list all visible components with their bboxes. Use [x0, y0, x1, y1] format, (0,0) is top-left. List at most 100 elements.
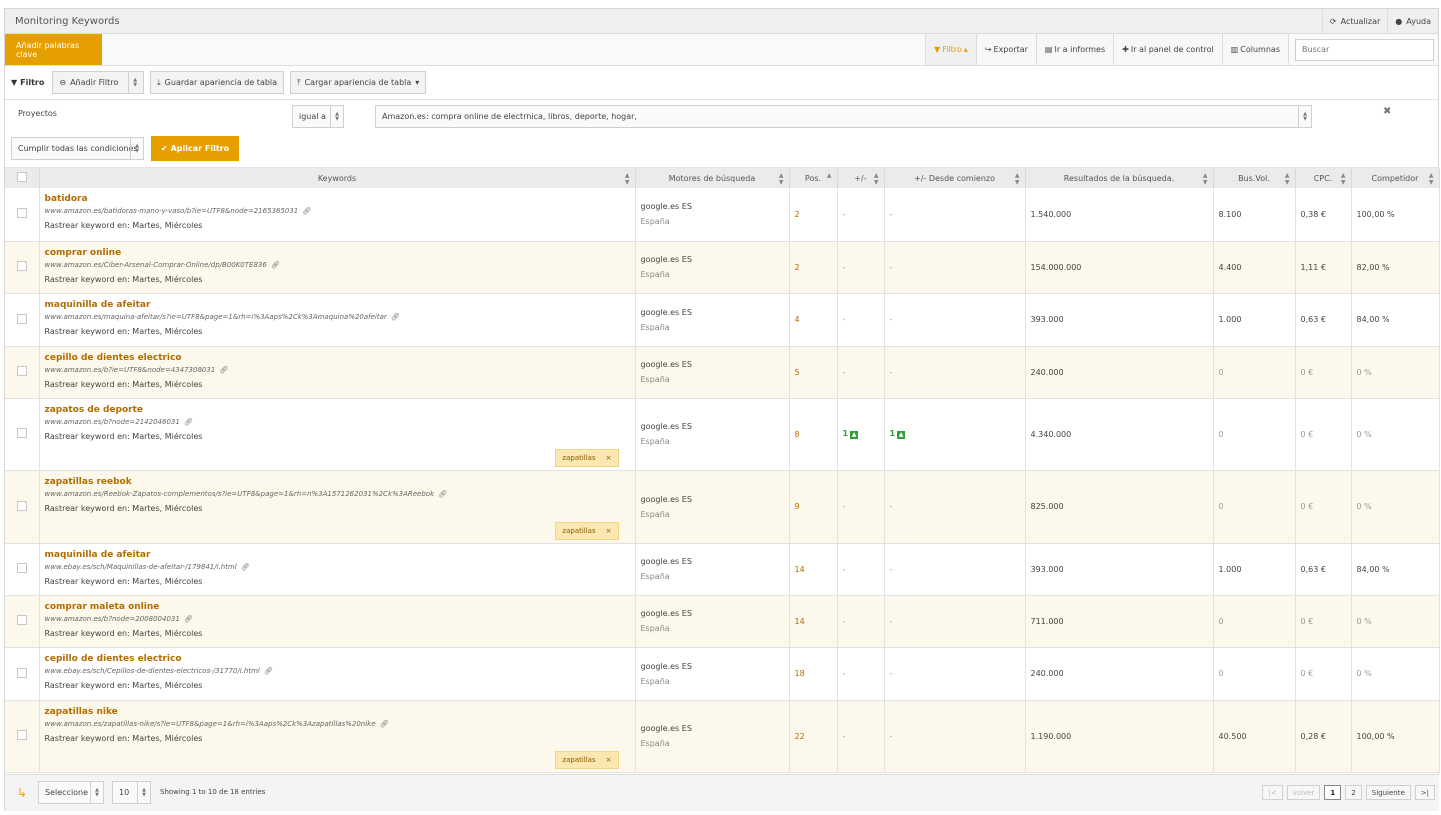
keyword-name[interactable]: cepillo de dientes electrico — [45, 654, 630, 664]
table-row[interactable]: cepillo de dientes electrico www.ebay.es… — [5, 647, 1440, 701]
table-row[interactable]: zapatillas nike www.amazon.es/zapatillas… — [5, 700, 1440, 773]
table-row[interactable]: cepillo de dientes electrico www.amazon.… — [5, 346, 1440, 399]
keyword-name[interactable]: comprar online — [45, 248, 630, 258]
remove-tag-icon[interactable]: × — [606, 454, 612, 462]
keyword-url[interactable]: www.amazon.es/Reebok-Zapatos-complemento… — [45, 490, 435, 498]
search-input[interactable] — [1295, 38, 1434, 61]
col-position[interactable]: Pos. ▲ — [789, 168, 838, 188]
col-since-start[interactable]: +/- Desde comienzo ▲ ▼ — [884, 168, 1026, 188]
operator-select[interactable]: igual a ▲ ▼ — [292, 105, 344, 128]
row-checkbox[interactable] — [16, 208, 27, 219]
row-checkbox[interactable] — [16, 500, 27, 511]
row-checkbox[interactable] — [16, 313, 27, 324]
table-row[interactable]: zapatos de deporte www.amazon.es/b?node=… — [5, 398, 1440, 471]
link-icon[interactable]: 🔗︎ — [184, 418, 193, 426]
keyword-url[interactable]: www.amazon.es/b?node=2142046031 — [45, 418, 180, 426]
dashboard-button[interactable]: ✚ Ir al panel de control — [1113, 34, 1222, 65]
remove-filter-icon[interactable]: ✖ — [1383, 106, 1391, 117]
condition-mode-select[interactable]: Cumplir todas las condiciones ▲ ▼ — [11, 137, 144, 160]
apply-filter-button[interactable]: ✔ Aplicar Filtro — [151, 136, 239, 161]
col-cpc[interactable]: CPC. ▲ ▼ — [1295, 168, 1352, 188]
col-engines[interactable]: Motores de búsqueda ▲ ▼ — [635, 168, 790, 188]
keyword-tag[interactable]: zapatillas × — [555, 448, 619, 467]
page-2-button[interactable]: 2 — [1345, 785, 1362, 800]
keyword-url[interactable]: www.ebay.es/sch/Maquinillas-de-afeitar-/… — [45, 563, 237, 571]
link-icon[interactable]: 🔗︎ — [264, 667, 273, 675]
keyword-url[interactable]: www.amazon.es/zapatillas-nike/s?ie=UTF8&… — [45, 720, 376, 728]
link-icon[interactable]: 🔗︎ — [219, 366, 228, 374]
link-icon[interactable]: 🔗︎ — [391, 313, 400, 321]
page-size-select[interactable]: 10 ▲ ▼ — [112, 781, 151, 804]
row-checkbox[interactable] — [16, 730, 27, 740]
prev-page-button[interactable]: volver — [1286, 785, 1321, 800]
col-cpc-label: CPC. — [1313, 173, 1333, 183]
table-row[interactable]: comprar maleta online www.amazon.es/b?no… — [5, 595, 1440, 648]
col-volume[interactable]: Bus.Vol. ▲ ▼ — [1213, 168, 1296, 188]
link-icon[interactable]: 🔗︎ — [241, 563, 250, 571]
bulk-action-select[interactable]: Seleccione ▲ ▼ — [38, 781, 104, 804]
next-page-button[interactable]: Siguiente — [1365, 785, 1411, 800]
table-row[interactable]: maquinilla de afeitar www.amazon.es/maqu… — [5, 293, 1440, 347]
filter-heading: ▼ Filtro — [11, 78, 44, 87]
col-keywords[interactable]: Keywords ▲ ▼ — [39, 168, 636, 188]
export-button[interactable]: ↪ Exportar — [975, 34, 1036, 65]
last-page-button[interactable]: >| — [1414, 785, 1435, 800]
keyword-url[interactable]: www.ebay.es/sch/Cepillos-de-dientes-elec… — [45, 667, 260, 675]
keyword-name[interactable]: zapatillas nike — [45, 707, 630, 717]
keyword-name[interactable]: zapatillas reebok — [45, 477, 630, 487]
link-icon[interactable]: 🔗︎ — [380, 720, 389, 728]
project-value-select[interactable]: Amazon.es: compra online de electrnica, … — [375, 105, 1312, 128]
keyword-tag[interactable]: zapatillas × — [555, 750, 619, 769]
keyword-name[interactable]: batidora — [45, 194, 630, 204]
keyword-cell: zapatillas nike www.amazon.es/zapatillas… — [39, 700, 636, 773]
help-button[interactable]: ● Ayuda — [1387, 9, 1438, 33]
keyword-tracking: Rastrear keyword en: Martes, Miércoles — [44, 680, 203, 690]
columns-button[interactable]: ▥ Columnas — [1221, 34, 1288, 65]
save-layout-button[interactable]: ⤓ Guardar apariencia de tabla — [150, 71, 285, 94]
add-filter-button[interactable]: ⊖ Añadir Filtro ▲ ▼ — [52, 71, 145, 94]
table-row[interactable]: comprar online www.amazon.es/Ciber-Arsen… — [5, 241, 1440, 294]
cpc-value: 0,63 € — [1300, 564, 1326, 574]
keyword-url[interactable]: www.amazon.es/b?node=2008004031 — [45, 615, 180, 623]
keyword-name[interactable]: cepillo de dientes electrico — [45, 353, 630, 363]
row-checkbox[interactable] — [16, 563, 27, 573]
keyword-url[interactable]: www.amazon.es/maquina-afeitar/s?ie=UTF8&… — [45, 313, 387, 321]
keyword-name[interactable]: maquinilla de afeitar — [45, 300, 630, 310]
add-keywords-button[interactable]: Añadir palabras clave — [5, 34, 102, 65]
reports-button[interactable]: ▤ Ir a informes — [1035, 34, 1114, 65]
change-value: - — [842, 616, 846, 626]
keyword-url[interactable]: www.amazon.es/b?ie=UTF8&node=4347308031 — [45, 366, 216, 374]
keyword-name[interactable]: comprar maleta online — [45, 602, 630, 612]
keyword-tag[interactable]: zapatillas × — [555, 521, 619, 540]
table-row[interactable]: zapatillas reebok www.amazon.es/Reebok-Z… — [5, 470, 1440, 544]
engine-cell: google.es ES España — [635, 470, 790, 544]
row-checkbox[interactable] — [16, 261, 27, 271]
row-checkbox[interactable] — [16, 366, 27, 376]
row-checkbox[interactable] — [16, 667, 27, 678]
link-icon[interactable]: 🔗︎ — [271, 261, 280, 269]
results-cell: 1.540.000 — [1025, 188, 1214, 242]
col-change[interactable]: +/- ▲ ▼ — [837, 168, 885, 188]
col-results[interactable]: Resultados de la búsqueda. ▲ ▼ — [1025, 168, 1214, 188]
keyword-name[interactable]: zapatos de deporte — [45, 405, 630, 415]
table-row[interactable]: batidora www.amazon.es/batidoras-mano-y-… — [5, 188, 1440, 242]
page-1-button[interactable]: 1 — [1324, 785, 1342, 800]
link-icon[interactable]: 🔗︎ — [438, 490, 447, 498]
competitor-value: 0 % — [1356, 616, 1372, 626]
link-icon[interactable]: 🔗︎ — [184, 615, 193, 623]
row-checkbox[interactable] — [16, 428, 27, 438]
link-icon[interactable]: 🔗︎ — [302, 207, 311, 215]
first-page-button[interactable]: |< — [1262, 785, 1283, 800]
refresh-button[interactable]: ⟳ Actualizar — [1321, 9, 1387, 33]
remove-tag-icon[interactable]: × — [606, 527, 612, 535]
select-all-checkbox[interactable] — [16, 172, 27, 182]
keyword-url[interactable]: www.amazon.es/batidoras-mano-y-vaso/b?ie… — [45, 207, 299, 215]
col-competitor[interactable]: Competidor ▲ ▼ — [1351, 168, 1440, 188]
table-row[interactable]: maquinilla de afeitar www.ebay.es/sch/Ma… — [5, 543, 1440, 596]
filter-toggle-button[interactable]: ▼ Filtro ▴ — [925, 34, 976, 65]
remove-tag-icon[interactable]: × — [606, 756, 612, 764]
load-layout-button[interactable]: ⤒ Cargar apariencia de tabla ▾ — [290, 71, 427, 94]
row-checkbox[interactable] — [16, 615, 27, 625]
keyword-name[interactable]: maquinilla de afeitar — [45, 550, 630, 560]
keyword-url[interactable]: www.amazon.es/Ciber-Arsenal-Comprar-Onli… — [45, 261, 267, 269]
